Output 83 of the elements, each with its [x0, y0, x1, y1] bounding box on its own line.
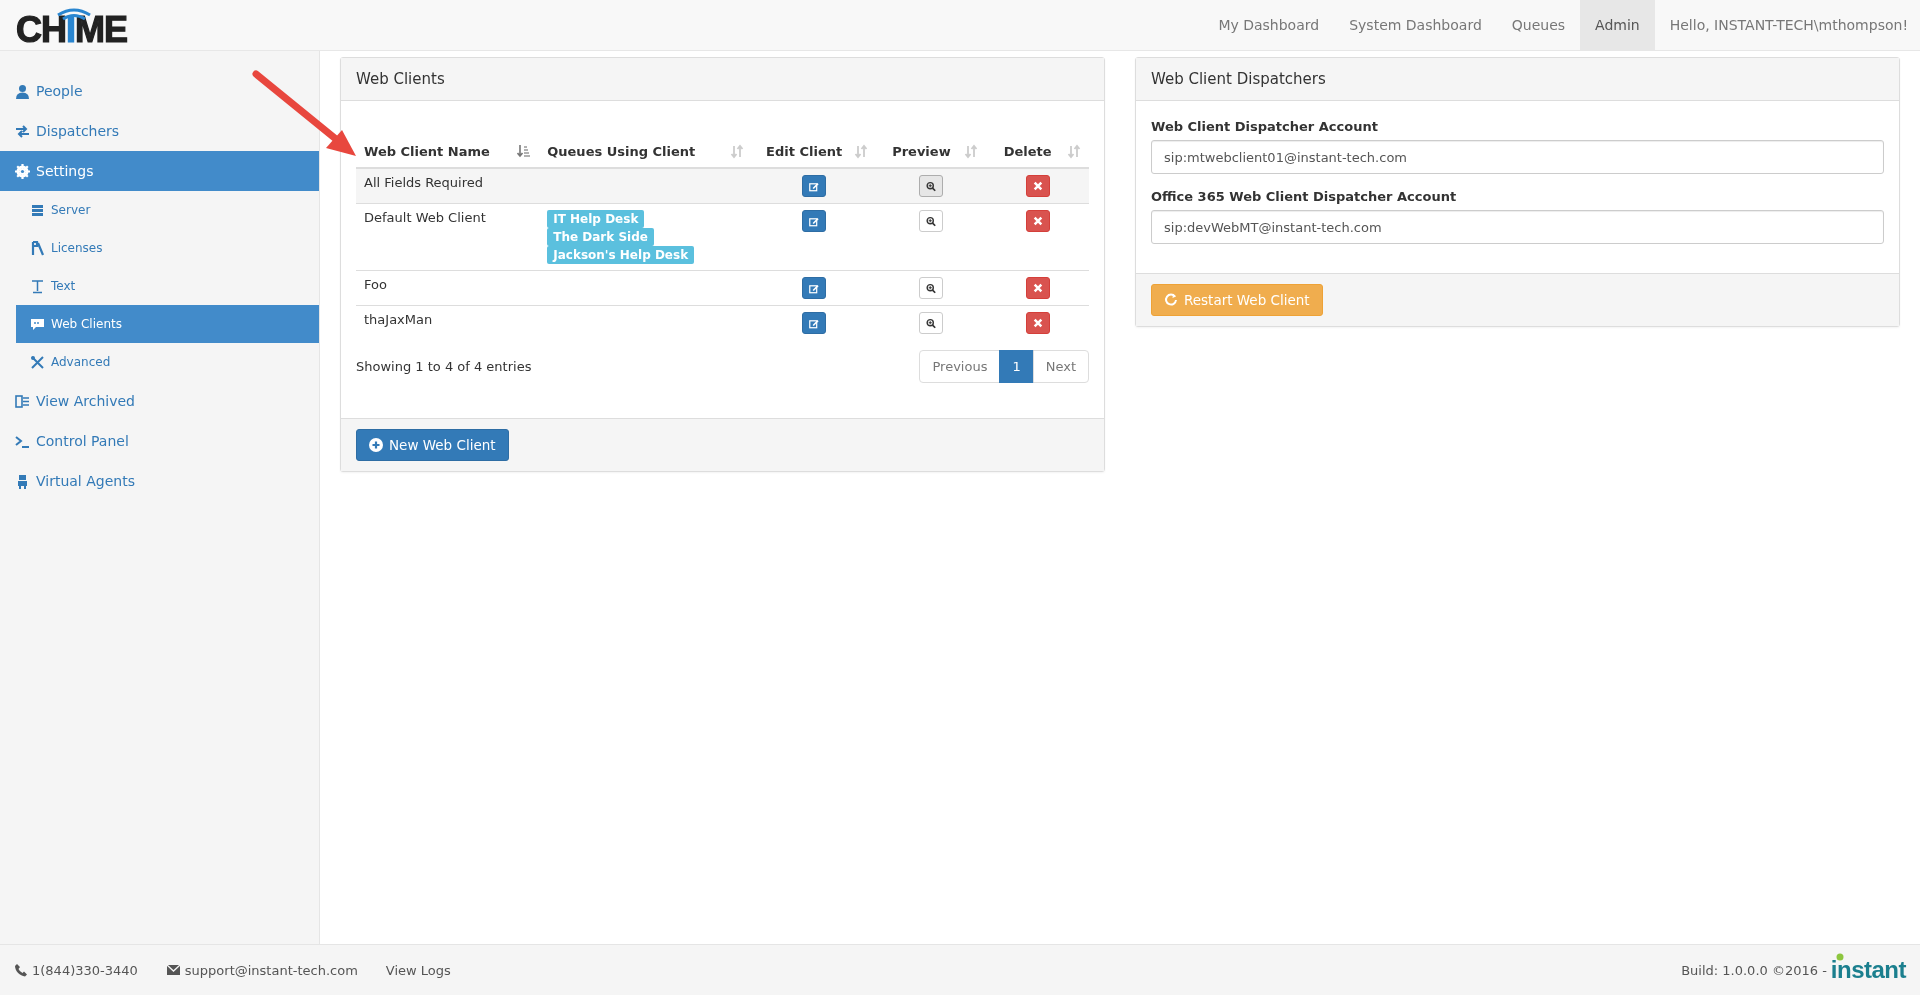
nav-link[interactable]: Queues [1496, 0, 1581, 50]
field-label: Office 365 Web Client Dispatcher Account [1151, 189, 1458, 204]
server-icon [30, 202, 45, 218]
search-icon [926, 316, 937, 330]
table-row[interactable]: All Fields Required [356, 168, 1089, 204]
sidebar-item[interactable]: Settings [0, 151, 319, 191]
preview-button[interactable] [919, 312, 944, 334]
delete-button[interactable] [1025, 312, 1050, 334]
archive-icon [15, 393, 30, 409]
sidebar-subitem[interactable]: Web Clients [16, 305, 319, 343]
sidebar-subitem[interactable]: Licenses [16, 229, 319, 267]
dot-icon [1835, 953, 1844, 961]
sidebar-item[interactable]: People [0, 71, 319, 111]
build-info: Build: 1.0.0.0 ©2016 - [1681, 962, 1827, 978]
sort-icon [729, 144, 744, 159]
settings-icon [15, 163, 30, 179]
sidebar-item[interactable]: Virtual Agents [0, 461, 319, 501]
phone-icon [14, 963, 28, 977]
sort-icon [854, 144, 869, 159]
table-cell: Default Web Client [356, 203, 540, 271]
preview-button[interactable] [919, 175, 944, 197]
sort-icon [1067, 144, 1081, 159]
email-link[interactable]: support@instant-tech.com [184, 962, 358, 978]
queue-label: The Dark Side [547, 228, 654, 246]
refresh-icon [1164, 293, 1178, 307]
table-cell: All Fields Required [356, 168, 540, 204]
preview-button[interactable] [919, 277, 944, 299]
terminal-icon [15, 433, 30, 449]
chat-bubble-icon [30, 316, 45, 332]
close-icon [1032, 317, 1043, 329]
search-icon [926, 214, 937, 228]
delete-button[interactable] [1025, 175, 1050, 197]
queue-label: IT Help Desk [547, 210, 645, 228]
view-logs-link[interactable]: View Logs [385, 962, 451, 978]
search-icon [926, 281, 937, 295]
field-label: Web Client Dispatcher Account [1151, 119, 1379, 134]
search-icon [926, 179, 937, 193]
person-icon [15, 83, 30, 99]
table-row[interactable]: Foo [356, 270, 1089, 306]
sidebar-item[interactable]: View Archived [0, 381, 319, 421]
sidebar-subitem[interactable]: Server [16, 191, 319, 229]
input-field[interactable]: sip:devWebMT@instant-tech.com [1151, 210, 1884, 244]
new-web-client-button[interactable]: New Web Client [356, 429, 509, 461]
delete-button[interactable] [1025, 277, 1050, 299]
phone-number: 1(844)330-3440 [32, 962, 138, 978]
swap-arrows-icon [15, 123, 30, 139]
edit-button[interactable] [802, 175, 827, 197]
close-icon [1032, 180, 1043, 192]
robot-icon [15, 473, 30, 489]
sort-icon [964, 144, 979, 159]
table-cell: thaJaxMan [356, 305, 540, 340]
text-icon [30, 278, 45, 294]
nav-link[interactable]: My Dashboard [1203, 0, 1335, 50]
sidebar-item[interactable]: Dispatchers [0, 111, 319, 151]
nav-link[interactable]: Admin [1580, 0, 1655, 50]
table-cell: Foo [356, 270, 540, 306]
mail-icon [165, 963, 181, 977]
table-row[interactable]: Default Web Client IT Help Desk The Dark Side Jackson's Help Desk [356, 203, 1089, 271]
pagination-button[interactable]: 1 [999, 350, 1034, 383]
pagination-button[interactable]: Next [1032, 350, 1089, 383]
entries-info: Showing 1 to 4 of 4 entries [356, 359, 532, 374]
sort-ascending-icon [517, 144, 532, 159]
delete-button[interactable] [1025, 210, 1050, 232]
edit-button[interactable] [802, 277, 827, 299]
sidebar-subitem[interactable]: Advanced [16, 343, 319, 381]
input-field[interactable]: sip:mtwebclient01@instant-tech.com [1151, 140, 1884, 174]
queue-label: Jackson's Help Desk [547, 246, 695, 264]
close-icon [1032, 282, 1043, 294]
sidebar-subitem[interactable]: Text [16, 267, 319, 305]
preview-button[interactable] [919, 210, 944, 232]
close-icon [1032, 215, 1043, 227]
edit-button[interactable] [802, 210, 827, 232]
sidebar-item[interactable]: Control Panel [0, 421, 319, 461]
user-greeting: Hello, INSTANT-TECH\mthompson! [1668, 16, 1909, 35]
table-row[interactable]: thaJaxMan [356, 305, 1089, 340]
panel-title: Web Clients [341, 58, 1104, 101]
edit-button[interactable] [802, 312, 827, 334]
logo: CHIME [16, 8, 127, 48]
panel-title: Web Client Dispatchers [1136, 58, 1899, 101]
pagination-button[interactable]: Previous [919, 350, 1001, 383]
brand-logo: instant [1830, 956, 1906, 984]
nav-link[interactable]: System Dashboard [1334, 0, 1497, 50]
plus-circle-icon [369, 438, 383, 452]
